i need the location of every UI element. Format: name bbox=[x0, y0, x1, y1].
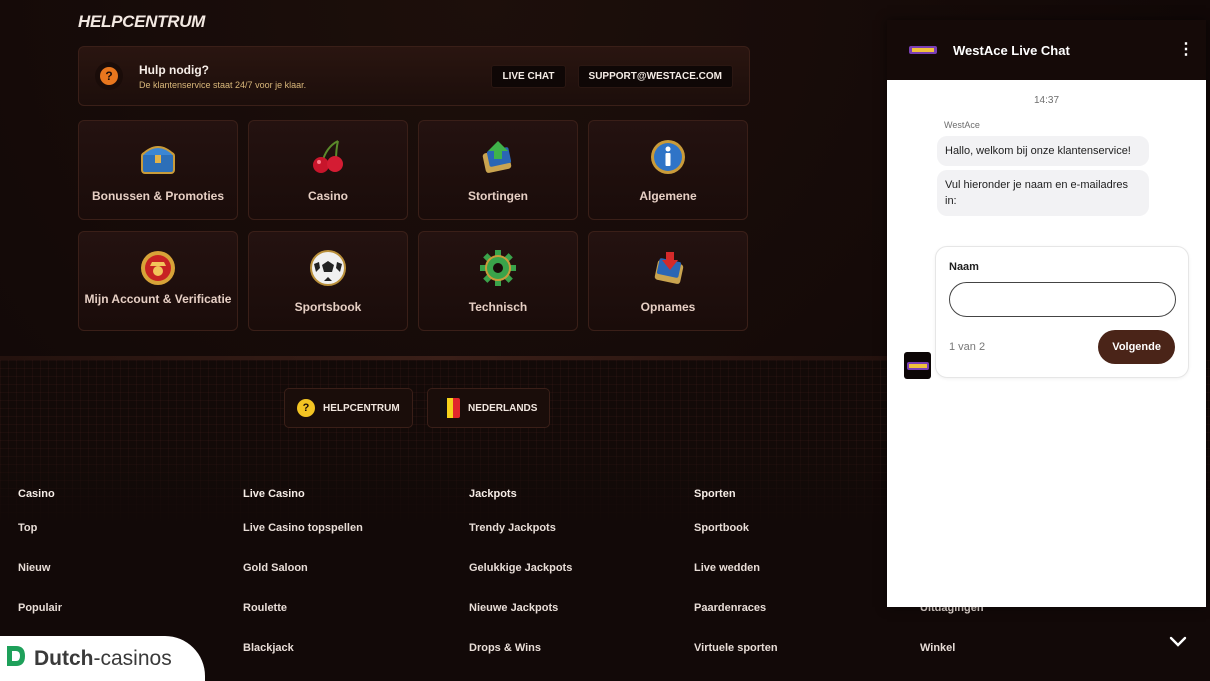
category-label: Algemene bbox=[639, 189, 697, 203]
section-divider bbox=[0, 356, 887, 360]
category-card-account[interactable]: Mijn Account & Verificatie bbox=[78, 231, 238, 331]
dutch-casinos-watermark: Dutch -casinos bbox=[0, 636, 205, 681]
category-label: Technisch bbox=[468, 300, 528, 314]
question-icon: ? bbox=[297, 399, 315, 417]
footer-column-heading[interactable]: Sporten bbox=[694, 488, 778, 522]
help-banner: ? Hulp nodig? De klantenservice staat 24… bbox=[78, 46, 750, 106]
footer-link[interactable]: Live Casino topspellen bbox=[243, 522, 363, 562]
withdraw-arrow-icon bbox=[646, 246, 690, 290]
dutch-casinos-logo-icon bbox=[4, 643, 28, 674]
category-label: Mijn Account & Verificatie bbox=[84, 292, 232, 306]
category-card-sportsbook[interactable]: Sportsbook bbox=[248, 231, 408, 331]
account-badge-icon bbox=[136, 246, 180, 290]
soccer-ball-icon bbox=[306, 246, 350, 290]
footer-link[interactable]: Paardenraces bbox=[694, 602, 778, 642]
category-card-stortingen[interactable]: Stortingen bbox=[418, 120, 578, 220]
category-card-technisch[interactable]: Technisch bbox=[418, 231, 578, 331]
name-field-label: Naam bbox=[949, 261, 979, 273]
deposit-arrow-icon bbox=[476, 135, 520, 179]
footer-column-heading[interactable]: Jackpots bbox=[469, 488, 572, 522]
help-banner-subtext: De klantenservice staat 24/7 voor je kla… bbox=[139, 79, 307, 90]
page-title: HELPCENTRUM bbox=[78, 12, 206, 31]
belgium-flag-icon bbox=[440, 398, 460, 418]
chat-timestamp: 14:37 bbox=[1033, 95, 1060, 106]
footer-link[interactable]: Gold Saloon bbox=[243, 562, 363, 602]
category-card-opnames[interactable]: Opnames bbox=[588, 231, 748, 331]
footer-link[interactable]: Blackjack bbox=[243, 642, 363, 681]
helpcenter-pill[interactable]: ? HELPCENTRUM bbox=[284, 388, 413, 428]
live-chat-widget: WestAce Live Chat ⋮ 14:37 WestAce Hallo,… bbox=[887, 20, 1206, 607]
live-chat-button[interactable]: LIVE CHAT bbox=[491, 64, 566, 88]
westace-logo-icon bbox=[909, 43, 937, 57]
gear-icon bbox=[476, 246, 520, 290]
language-label: NEDERLANDS bbox=[468, 402, 538, 414]
footer-column-live-casino: Live Casino Live Casino topspellen Gold … bbox=[243, 488, 363, 681]
category-card-bonussen[interactable]: Bonussen & Promoties bbox=[78, 120, 238, 220]
question-glyph: ? bbox=[100, 67, 118, 85]
more-options-icon[interactable]: ⋮ bbox=[1178, 42, 1194, 58]
avatar bbox=[904, 352, 931, 379]
category-card-casino[interactable]: Casino bbox=[248, 120, 408, 220]
footer-link[interactable]: Winkel bbox=[920, 642, 984, 681]
name-input[interactable] bbox=[949, 282, 1176, 317]
next-button[interactable]: Volgende bbox=[1098, 330, 1175, 364]
language-selector[interactable]: NEDERLANDS bbox=[427, 388, 551, 428]
form-step-indicator: 1 van 2 bbox=[949, 341, 986, 353]
footer-link[interactable]: Live wedden bbox=[694, 562, 778, 602]
help-banner-text: Hulp nodig? De klantenservice staat 24/7… bbox=[139, 63, 479, 90]
footer-link[interactable]: Nieuwe Jackpots bbox=[469, 602, 572, 642]
question-icon: ? bbox=[95, 62, 123, 90]
footer-column-sporten: Sporten Sportbook Live wedden Paardenrac… bbox=[694, 488, 778, 681]
treasure-chest-icon bbox=[136, 135, 180, 179]
footer-link[interactable]: Uitdagingen bbox=[920, 602, 984, 642]
category-label: Sportsbook bbox=[294, 300, 362, 314]
category-card-algemene[interactable]: Algemene bbox=[588, 120, 748, 220]
footer-link[interactable]: Top bbox=[18, 522, 62, 562]
footer-link[interactable]: Virtuele sporten bbox=[694, 642, 778, 681]
footer-link[interactable]: Nieuw bbox=[18, 562, 62, 602]
category-label: Casino bbox=[307, 189, 348, 203]
category-label: Stortingen bbox=[468, 189, 528, 203]
support-email-button[interactable]: SUPPORT@WESTACE.COM bbox=[577, 64, 733, 88]
helpcenter-pill-label: HELPCENTRUM bbox=[323, 402, 400, 414]
footer-column-heading[interactable]: Casino bbox=[18, 488, 62, 522]
chat-form-card: Naam 1 van 2 Volgende bbox=[935, 246, 1189, 378]
chat-message: Hallo, welkom bij onze klantenservice! bbox=[937, 136, 1149, 166]
footer-link[interactable]: Trendy Jackpots bbox=[469, 522, 572, 562]
chat-header: WestAce Live Chat ⋮ bbox=[887, 20, 1206, 80]
chevron-down-icon[interactable] bbox=[1160, 626, 1196, 658]
category-label: Opnames bbox=[640, 300, 696, 314]
category-label: Bonussen & Promoties bbox=[91, 189, 225, 203]
footer-link[interactable]: Drops & Wins bbox=[469, 642, 572, 681]
footer-link[interactable]: Roulette bbox=[243, 602, 363, 642]
footer-column-jackpots: Jackpots Trendy Jackpots Gelukkige Jackp… bbox=[469, 488, 572, 681]
chat-sender-name: WestAce bbox=[944, 120, 980, 130]
cherries-icon bbox=[306, 135, 350, 179]
footer-column-casino: Casino Top Nieuw Populair bbox=[18, 488, 62, 642]
chat-title: WestAce Live Chat bbox=[953, 42, 1070, 58]
watermark-brand-rest: -casinos bbox=[93, 646, 172, 670]
watermark-brand-bold: Dutch bbox=[34, 646, 94, 670]
page: HELPCENTRUM ? Hulp nodig? De klantenserv… bbox=[0, 0, 1210, 681]
footer-link[interactable]: Sportbook bbox=[694, 522, 778, 562]
footer-link[interactable]: Gelukkige Jackpots bbox=[469, 562, 572, 602]
help-banner-heading: Hulp nodig? bbox=[139, 62, 209, 77]
chat-message: Vul hieronder je naam en e-mailadres in: bbox=[937, 170, 1149, 216]
footer-column-heading[interactable]: Live Casino bbox=[243, 488, 363, 522]
category-grid: Bonussen & Promoties Casino Stortingen A… bbox=[78, 120, 750, 331]
info-chip-icon bbox=[646, 135, 690, 179]
form-footer: 1 van 2 Volgende bbox=[949, 330, 1175, 364]
